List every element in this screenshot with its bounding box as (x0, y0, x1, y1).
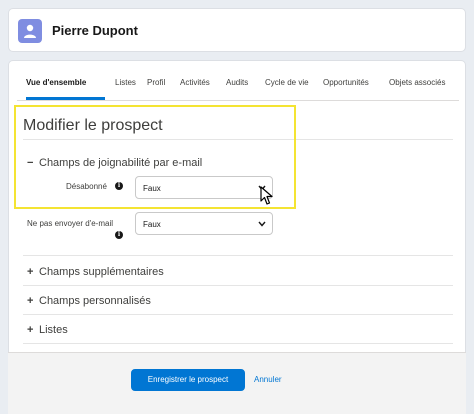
tab-profile[interactable]: Profil (147, 78, 165, 87)
divider (23, 139, 453, 140)
unsubscribed-select[interactable]: Faux (135, 176, 273, 199)
tab-lifecycle[interactable]: Cycle de vie (265, 78, 309, 87)
divider (23, 255, 453, 256)
info-icon[interactable]: i (115, 231, 123, 239)
do-not-email-label: Ne pas envoyer d'e-mail (27, 219, 114, 228)
tab-lists[interactable]: Listes (115, 78, 136, 87)
unsubscribed-label: Désabonné (66, 182, 107, 191)
section-email-label: Champs de joignabilité par e-mail (39, 157, 203, 169)
tab-overview[interactable]: Vue d'ensemble (26, 78, 86, 87)
section-lists-header[interactable]: + Listes (27, 324, 68, 336)
mouse-pointer-icon (260, 186, 273, 205)
chevron-down-icon (258, 221, 266, 227)
expand-icon: + (27, 295, 34, 307)
record-name: Pierre Dupont (52, 23, 138, 38)
section-label: Listes (39, 324, 68, 336)
divider (23, 285, 453, 286)
record-header: Pierre Dupont (8, 8, 466, 52)
section-email-header[interactable]: − Champs de joignabilité par e-mail (27, 157, 202, 169)
unsubscribed-value: Faux (143, 184, 161, 193)
tab-bar: Vue d'ensemble Listes Profil Activités A… (17, 61, 459, 101)
tab-related-objects[interactable]: Objets associés (389, 78, 445, 87)
divider (23, 343, 453, 344)
save-button[interactable]: Enregistrer le prospect (131, 369, 245, 391)
divider (23, 314, 453, 315)
avatar (18, 19, 42, 43)
section-additional-fields-header[interactable]: + Champs supplémentaires (27, 266, 164, 278)
page-title: Modifier le prospect (23, 117, 163, 134)
info-icon[interactable]: i (115, 182, 123, 190)
section-label: Champs supplémentaires (39, 266, 164, 278)
section-custom-fields-header[interactable]: + Champs personnalisés (27, 295, 151, 307)
collapse-icon: − (27, 157, 34, 169)
footer-actions: Enregistrer le prospect Annuler (8, 352, 466, 414)
section-label: Champs personnalisés (39, 295, 151, 307)
cancel-link[interactable]: Annuler (254, 375, 282, 384)
do-not-email-value: Faux (143, 220, 161, 229)
tab-activities[interactable]: Activités (180, 78, 210, 87)
do-not-email-select[interactable]: Faux (135, 212, 273, 235)
expand-icon: + (27, 324, 34, 336)
tab-audits[interactable]: Audits (226, 78, 248, 87)
active-tab-indicator (26, 97, 105, 100)
tab-opportunities[interactable]: Opportunités (323, 78, 369, 87)
person-icon (24, 24, 36, 38)
expand-icon: + (27, 266, 34, 278)
